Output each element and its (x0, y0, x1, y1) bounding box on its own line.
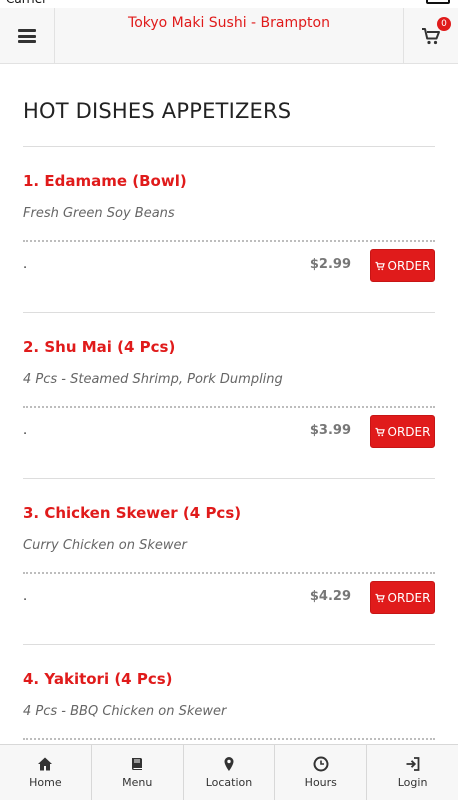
nav-home[interactable]: Home (0, 745, 92, 800)
order-label: ORDER (387, 424, 431, 439)
carrier-label: Carrier (6, 0, 47, 6)
menu-item: 1. Edamame (Bowl) Fresh Green Soy Beans … (23, 147, 435, 313)
menu-content: HOT DISHES APPETIZERS 1. Edamame (Bowl) … (23, 64, 435, 745)
item-description: 4 Pcs - Steamed Shrimp, Pork Dumpling (23, 372, 283, 387)
cart-small-icon (375, 427, 385, 436)
item-price: $4.29 (309, 589, 351, 604)
nav-location[interactable]: Location (184, 745, 276, 800)
nav-label: Home (29, 776, 62, 789)
bottom-navigation: Home Menu Location Hours Login (0, 744, 458, 800)
app-header: Tokyo Maki Sushi - Brampton 0 (0, 8, 458, 64)
order-label: ORDER (387, 258, 431, 273)
dotted-divider (23, 240, 435, 242)
nav-label: Location (205, 776, 253, 789)
restaurant-title[interactable]: Tokyo Maki Sushi - Brampton (55, 15, 403, 31)
cart-small-icon (375, 261, 385, 270)
item-description: 4 Pcs - BBQ Chicken on Skewer (23, 704, 227, 719)
sign-in-icon (406, 757, 419, 771)
dotted-divider (23, 738, 435, 740)
map-marker-icon (224, 757, 234, 771)
cart-small-icon (375, 593, 385, 602)
item-name[interactable]: 2. Shu Mai (4 Pcs) (23, 338, 175, 356)
cart-button[interactable]: 0 (403, 8, 458, 64)
nav-label: Menu (122, 776, 153, 789)
book-icon (132, 758, 143, 770)
order-button[interactable]: ORDER (370, 581, 435, 614)
nav-login[interactable]: Login (367, 745, 458, 800)
nav-label: Hours (304, 776, 337, 789)
item-name[interactable]: 3. Chicken Skewer (4 Pcs) (23, 504, 241, 522)
item-option-text: . (23, 257, 28, 272)
hamburger-icon (18, 29, 36, 43)
item-price: $2.99 (309, 257, 351, 272)
menu-toggle-button[interactable] (0, 8, 55, 64)
menu-item: 3. Chicken Skewer (4 Pcs) Curry Chicken … (23, 479, 435, 645)
nav-menu[interactable]: Menu (92, 745, 184, 800)
order-label: ORDER (387, 590, 431, 605)
cart-icon: 0 (421, 17, 451, 46)
item-price: $3.99 (309, 423, 351, 438)
item-name[interactable]: 4. Yakitori (4 Pcs) (23, 670, 173, 688)
dotted-divider (23, 572, 435, 574)
item-description: Curry Chicken on Skewer (23, 538, 187, 553)
status-bar: Carrier (0, 0, 458, 8)
item-option-text: . (23, 589, 28, 604)
order-button[interactable]: ORDER (370, 249, 435, 282)
item-description: Fresh Green Soy Beans (23, 206, 175, 221)
menu-item: 2. Shu Mai (4 Pcs) 4 Pcs - Steamed Shrim… (23, 313, 435, 479)
order-button[interactable]: ORDER (370, 415, 435, 448)
menu-item: 4. Yakitori (4 Pcs) 4 Pcs - BBQ Chicken … (23, 645, 435, 745)
clock-icon (313, 756, 329, 772)
cart-count-badge: 0 (437, 17, 451, 31)
battery-icon (426, 0, 450, 4)
dotted-divider (23, 406, 435, 408)
section-title: HOT DISHES APPETIZERS (23, 99, 292, 123)
nav-hours[interactable]: Hours (275, 745, 368, 800)
nav-label: Login (397, 776, 428, 789)
home-icon (38, 757, 53, 771)
item-option-text: . (23, 423, 28, 438)
item-name[interactable]: 1. Edamame (Bowl) (23, 172, 187, 190)
